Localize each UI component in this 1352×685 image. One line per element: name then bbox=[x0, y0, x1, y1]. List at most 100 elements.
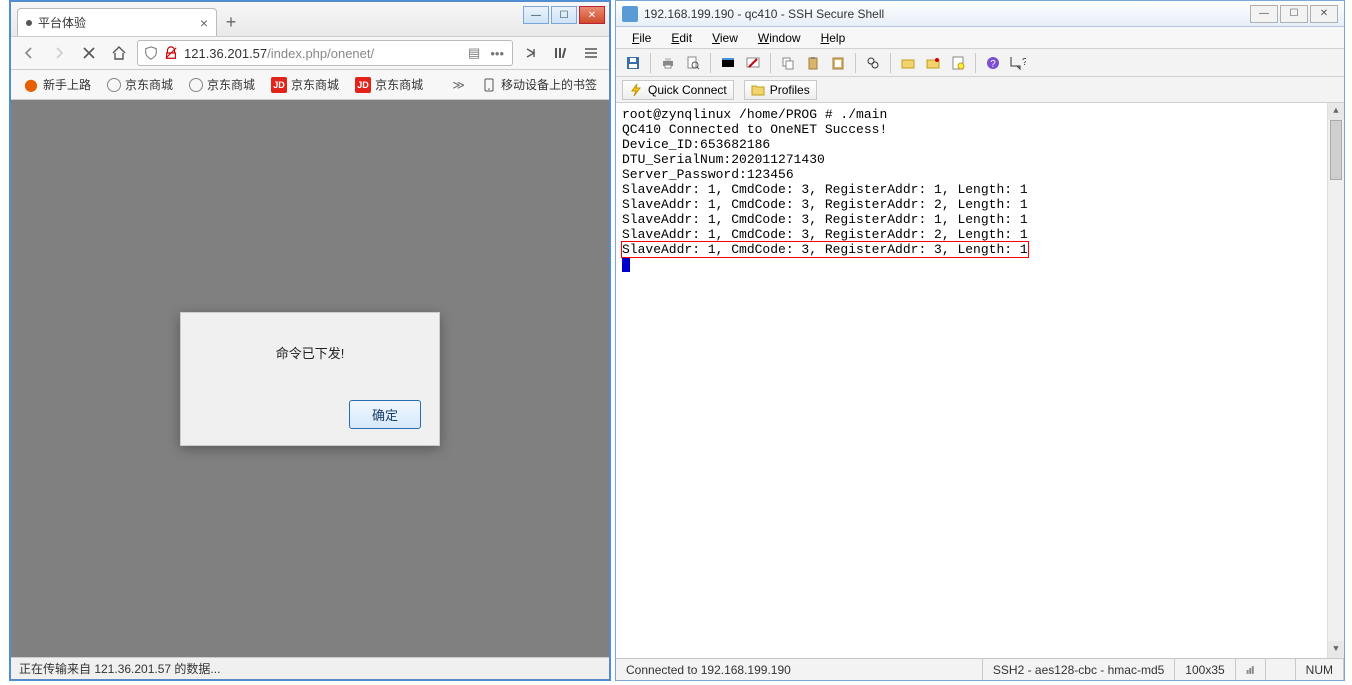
find-icon[interactable] bbox=[862, 52, 884, 74]
status-size: 100x35 bbox=[1175, 659, 1235, 680]
overflow-arrow-button[interactable] bbox=[519, 41, 543, 65]
bookmark-item[interactable]: JD京东商城 bbox=[265, 74, 345, 95]
terminal-line: DTU_SerialNum:202011271430 bbox=[622, 152, 1338, 167]
print-preview-icon[interactable] bbox=[682, 52, 704, 74]
terminal-scrollbar[interactable]: ▲ ▼ bbox=[1327, 103, 1344, 658]
back-button[interactable] bbox=[17, 41, 41, 65]
settings-icon[interactable] bbox=[922, 52, 944, 74]
url-more-icon[interactable]: ••• bbox=[488, 46, 506, 61]
status-indicator-2 bbox=[1266, 659, 1296, 680]
ssh-menubar: File Edit View Window Help bbox=[616, 27, 1344, 49]
terminal-line: SlaveAddr: 1, CmdCode: 3, RegisterAddr: … bbox=[622, 197, 1338, 212]
url-bar[interactable]: 121.36.201.57/index.php/onenet/ ▤ ••• bbox=[137, 40, 513, 66]
ssh-terminal[interactable]: root@zynqlinux /home/PROG # ./main QC410… bbox=[616, 103, 1344, 658]
firefox-statusbar: 正在传输来自 121.36.201.57 的数据... bbox=[11, 657, 609, 679]
shield-icon bbox=[144, 46, 158, 60]
menu-file[interactable]: File bbox=[624, 29, 659, 47]
ssh-title: 192.168.199.190 - qc410 - SSH Secure She… bbox=[644, 7, 1244, 21]
stop-button[interactable] bbox=[77, 41, 101, 65]
terminal-line-highlighted: SlaveAddr: 1, CmdCode: 3, RegisterAddr: … bbox=[622, 242, 1028, 257]
bookmark-item[interactable]: 京东商城 bbox=[101, 74, 179, 95]
ssh-titlebar: 192.168.199.190 - qc410 - SSH Secure She… bbox=[616, 1, 1344, 27]
bookmark-item-mobile[interactable]: 移动设备上的书签 bbox=[475, 74, 603, 95]
tab-close-icon[interactable]: × bbox=[200, 16, 208, 30]
alert-dialog: 命令已下发! 确定 bbox=[180, 312, 440, 446]
bookmarks-overflow-button[interactable]: ≫ bbox=[446, 78, 471, 92]
home-button[interactable] bbox=[107, 41, 131, 65]
disconnect-icon[interactable] bbox=[742, 52, 764, 74]
globe-icon bbox=[107, 78, 121, 92]
tab-title: 平台体验 bbox=[38, 14, 86, 31]
new-tab-button[interactable]: + bbox=[217, 8, 245, 36]
log-session-icon[interactable] bbox=[947, 52, 969, 74]
scroll-thumb[interactable] bbox=[1330, 120, 1342, 180]
terminal-cursor bbox=[622, 258, 630, 272]
terminal-line: SlaveAddr: 1, CmdCode: 3, RegisterAddr: … bbox=[622, 212, 1338, 227]
firefox-toolbar: 121.36.201.57/index.php/onenet/ ▤ ••• bbox=[11, 36, 609, 70]
bookmark-item[interactable]: JD京东商城 bbox=[349, 74, 429, 95]
print-icon[interactable] bbox=[657, 52, 679, 74]
scroll-down-icon[interactable]: ▼ bbox=[1328, 641, 1344, 658]
window-maximize-button[interactable]: ☐ bbox=[1280, 5, 1308, 23]
window-minimize-button[interactable]: — bbox=[1250, 5, 1278, 23]
library-button[interactable] bbox=[549, 41, 573, 65]
bookmark-item[interactable]: 京东商城 bbox=[183, 74, 261, 95]
mobile-icon bbox=[481, 77, 497, 93]
loading-dot-icon bbox=[26, 20, 32, 26]
paste-icon[interactable] bbox=[802, 52, 824, 74]
bookmarks-bar: ⬤新手上路 京东商城 京东商城 JD京东商城 JD京东商城 ≫ 移动设备上的书签 bbox=[11, 70, 609, 100]
firefox-titlebar: 平台体验 × + — ☐ ✕ bbox=[11, 2, 609, 36]
terminal-line: SlaveAddr: 1, CmdCode: 3, RegisterAddr: … bbox=[622, 227, 1338, 242]
status-numlock: NUM bbox=[1296, 659, 1344, 680]
bookmark-item[interactable]: ⬤新手上路 bbox=[17, 74, 97, 95]
browser-tab[interactable]: 平台体验 × bbox=[17, 8, 217, 36]
copy-icon[interactable] bbox=[777, 52, 799, 74]
ssh-quickbar: Quick Connect Profiles bbox=[616, 77, 1344, 103]
window-close-button[interactable]: ✕ bbox=[579, 6, 605, 24]
folder-icon bbox=[751, 84, 765, 96]
firefox-icon: ⬤ bbox=[23, 77, 39, 93]
new-terminal-icon[interactable] bbox=[717, 52, 739, 74]
terminal-line: Device_ID:653682186 bbox=[622, 137, 1338, 152]
quick-connect-button[interactable]: Quick Connect bbox=[622, 80, 734, 100]
terminal-line: QC410 Connected to OneNET Success! bbox=[622, 122, 1338, 137]
terminal-line: SlaveAddr: 1, CmdCode: 3, RegisterAddr: … bbox=[622, 182, 1338, 197]
window-close-button[interactable]: ✕ bbox=[1310, 5, 1338, 23]
reader-mode-icon[interactable]: ▤ bbox=[466, 45, 482, 61]
ssh-statusbar: Connected to 192.168.199.190 SSH2 - aes1… bbox=[616, 658, 1344, 680]
save-icon[interactable] bbox=[622, 52, 644, 74]
firefox-window: 平台体验 × + — ☐ ✕ 121.36.201.57/index.php/o… bbox=[9, 0, 611, 681]
status-connected: Connected to 192.168.199.190 bbox=[616, 659, 983, 680]
jd-icon: JD bbox=[271, 77, 287, 93]
dialog-message: 命令已下发! bbox=[199, 343, 421, 362]
scroll-up-icon[interactable]: ▲ bbox=[1328, 103, 1344, 120]
terminal-line: root@zynqlinux /home/PROG # ./main bbox=[622, 107, 1338, 122]
dialog-ok-button[interactable]: 确定 bbox=[349, 400, 421, 429]
connection-insecure-icon bbox=[164, 46, 178, 60]
ssh-window: 192.168.199.190 - qc410 - SSH Secure She… bbox=[615, 0, 1345, 681]
menu-view[interactable]: View bbox=[704, 29, 746, 47]
ssh-toolbar: ? ? bbox=[616, 49, 1344, 77]
profiles-button[interactable]: Profiles bbox=[744, 80, 817, 100]
status-indicator-1 bbox=[1236, 659, 1266, 680]
window-maximize-button[interactable]: ☐ bbox=[551, 6, 577, 24]
help-icon[interactable]: ? bbox=[982, 52, 1004, 74]
window-minimize-button[interactable]: — bbox=[523, 6, 549, 24]
clipboard-icon[interactable] bbox=[827, 52, 849, 74]
forward-button[interactable] bbox=[47, 41, 71, 65]
menu-window[interactable]: Window bbox=[750, 29, 809, 47]
svg-text:?: ? bbox=[1022, 57, 1026, 68]
whats-this-icon[interactable]: ? bbox=[1007, 52, 1029, 74]
new-file-transfer-icon[interactable] bbox=[897, 52, 919, 74]
menu-help[interactable]: Help bbox=[813, 29, 854, 47]
svg-text:?: ? bbox=[990, 59, 996, 70]
menu-edit[interactable]: Edit bbox=[663, 29, 700, 47]
url-text: 121.36.201.57/index.php/onenet/ bbox=[184, 46, 460, 61]
status-cipher: SSH2 - aes128-cbc - hmac-md5 bbox=[983, 659, 1175, 680]
globe-icon bbox=[189, 78, 203, 92]
jd-icon: JD bbox=[355, 77, 371, 93]
page-content: 命令已下发! 确定 bbox=[11, 100, 609, 657]
status-text: 正在传输来自 121.36.201.57 的数据... bbox=[19, 660, 220, 677]
ssh-app-icon bbox=[622, 6, 638, 22]
menu-button[interactable] bbox=[579, 41, 603, 65]
